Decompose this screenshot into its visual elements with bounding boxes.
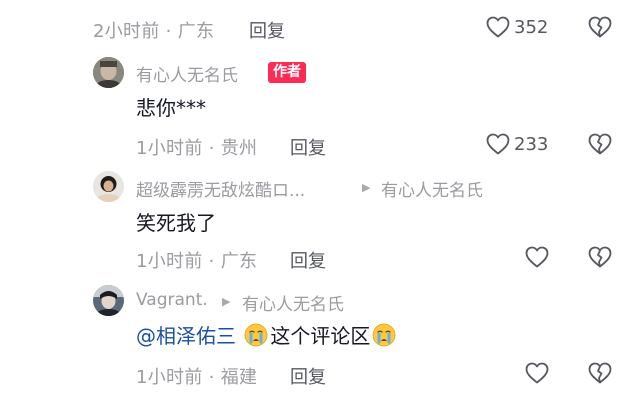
triangle-right-icon: ▶ bbox=[222, 295, 231, 308]
broken-heart-icon[interactable] bbox=[588, 362, 612, 384]
username[interactable]: 超级霹雳无敌炫酷ロ... bbox=[136, 176, 305, 201]
broken-heart-icon[interactable] bbox=[588, 16, 612, 38]
avatar-image bbox=[93, 171, 124, 202]
comment-text: 悲你*** bbox=[136, 96, 206, 120]
reply-button[interactable]: 回复 bbox=[290, 363, 326, 389]
heart-outline-icon[interactable] bbox=[486, 133, 510, 155]
crying-face-emoji bbox=[372, 323, 396, 347]
comment-time-location: 2小时前 · 广东 bbox=[93, 21, 215, 42]
like-count: 352 bbox=[514, 17, 549, 38]
comment-text: @相泽佑三 这个评论区 bbox=[136, 320, 398, 349]
crying-face-emoji bbox=[244, 323, 268, 347]
broken-heart-icon[interactable] bbox=[588, 246, 612, 268]
comment-time-location: 1小时前 · 广东 bbox=[136, 251, 258, 272]
broken-heart-icon[interactable] bbox=[588, 133, 612, 155]
reply-to-username[interactable]: 有心人无名氏 bbox=[242, 290, 344, 315]
comment-text: 笑死我了 bbox=[136, 211, 216, 235]
mention-link[interactable]: @相泽佑三 bbox=[136, 324, 236, 348]
author-badge: 作者 bbox=[268, 62, 306, 83]
like-count: 233 bbox=[514, 134, 549, 155]
reply-to-username[interactable]: 有心人无名氏 bbox=[381, 176, 483, 201]
username[interactable]: Vagrant. bbox=[136, 290, 208, 310]
heart-outline-icon[interactable] bbox=[525, 362, 549, 384]
heart-outline-icon[interactable] bbox=[525, 246, 549, 268]
reply-button[interactable]: 回复 bbox=[290, 247, 326, 273]
comment-text-body: 这个评论区 bbox=[270, 324, 371, 348]
avatar-image bbox=[93, 285, 124, 316]
reply-button[interactable]: 回复 bbox=[249, 17, 285, 43]
comment-time-location: 1小时前 · 福建 bbox=[136, 367, 258, 388]
avatar[interactable] bbox=[93, 285, 124, 316]
triangle-right-icon: ▶ bbox=[362, 181, 371, 194]
avatar-image bbox=[93, 57, 124, 88]
heart-outline-icon[interactable] bbox=[486, 16, 510, 38]
avatar[interactable] bbox=[93, 57, 124, 88]
username[interactable]: 有心人无名氏 bbox=[136, 61, 238, 86]
comment-time-location: 1小时前 · 贵州 bbox=[136, 138, 258, 159]
comment-meta-row: 2小时前 · 广东 回复 352 bbox=[0, 12, 637, 42]
avatar[interactable] bbox=[93, 171, 124, 202]
comment-meta-row: 1小时前 · 贵州 回复 233 bbox=[0, 129, 637, 159]
comment-meta-row: 1小时前 · 广东 回复 bbox=[0, 242, 637, 272]
comment-meta-row: 1小时前 · 福建 回复 bbox=[0, 358, 637, 388]
reply-button[interactable]: 回复 bbox=[290, 134, 326, 160]
